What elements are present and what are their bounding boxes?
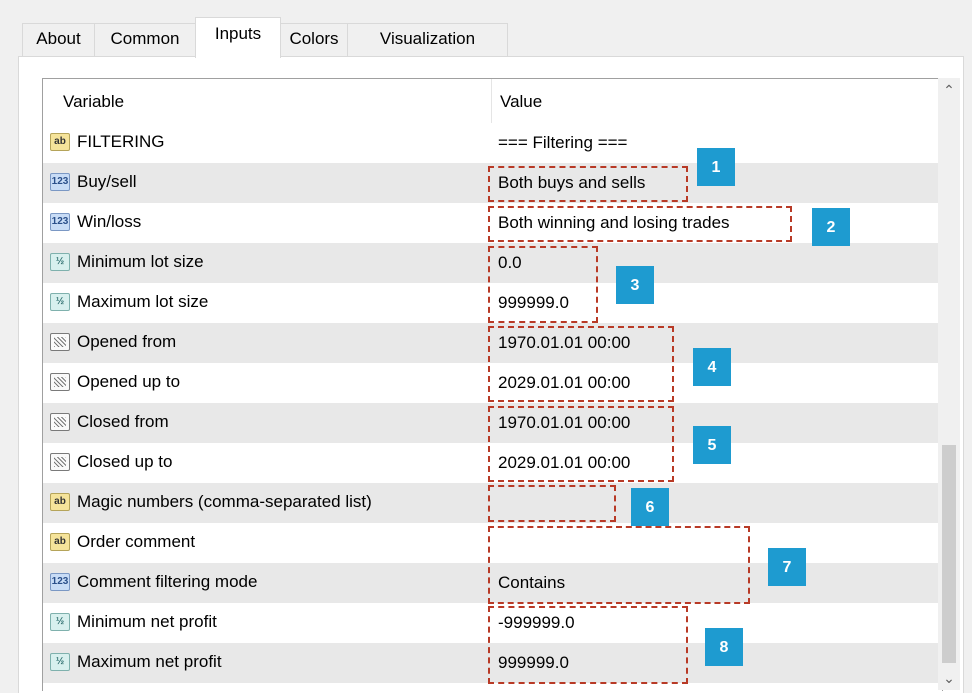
variable-name: Buy/sell bbox=[77, 172, 137, 191]
datetime-type-icon bbox=[50, 413, 70, 431]
double-type-icon: ½ bbox=[50, 293, 70, 311]
datetime-type-icon bbox=[50, 333, 70, 351]
annotation-box-7 bbox=[488, 526, 750, 604]
annotation-badge-3: 3 bbox=[616, 266, 654, 304]
grid-header: Variable Value bbox=[43, 79, 942, 123]
variable-name: Minimum lot size bbox=[77, 252, 204, 271]
string-type-icon: ab bbox=[50, 493, 70, 511]
variable-name: Magic numbers (comma-separated list) bbox=[77, 492, 372, 511]
annotation-box-1 bbox=[488, 166, 688, 202]
variable-name: Maximum lot size bbox=[77, 292, 209, 311]
enum-type-icon: 123 bbox=[50, 573, 70, 591]
variable-name: FILTERING bbox=[77, 132, 165, 151]
double-type-icon: ½ bbox=[50, 653, 70, 671]
scroll-down-arrow-icon[interactable]: ⌄ bbox=[938, 666, 960, 690]
enum-type-icon: 123 bbox=[50, 173, 70, 191]
annotation-box-4 bbox=[488, 326, 674, 402]
annotation-badge-8: 8 bbox=[705, 628, 743, 666]
variable-name: Opened from bbox=[77, 332, 177, 351]
column-header-variable[interactable]: Variable bbox=[63, 92, 124, 112]
variable-name: Maximum net profit bbox=[77, 652, 222, 671]
string-type-icon: ab bbox=[50, 533, 70, 551]
enum-type-icon: 123 bbox=[50, 213, 70, 231]
tab-visualization[interactable]: Visualization bbox=[347, 23, 508, 56]
annotation-box-2 bbox=[488, 206, 792, 242]
tab-about[interactable]: About bbox=[22, 23, 95, 56]
tab-colors[interactable]: Colors bbox=[280, 23, 348, 56]
column-divider[interactable] bbox=[491, 79, 492, 123]
variable-name: Comment filtering mode bbox=[77, 572, 258, 591]
datetime-type-icon bbox=[50, 373, 70, 391]
annotation-box-3 bbox=[488, 246, 598, 323]
vertical-scrollbar[interactable]: ⌃ ⌄ bbox=[938, 78, 960, 690]
datetime-type-icon bbox=[50, 453, 70, 471]
tab-common[interactable]: Common bbox=[94, 23, 196, 56]
double-type-icon: ½ bbox=[50, 613, 70, 631]
string-type-icon: ab bbox=[50, 133, 70, 151]
column-header-value[interactable]: Value bbox=[500, 92, 542, 112]
annotation-badge-5: 5 bbox=[693, 426, 731, 464]
input-row[interactable]: ab FILTERING === Filtering === bbox=[43, 123, 942, 163]
annotation-box-5 bbox=[488, 406, 674, 482]
annotation-badge-7: 7 bbox=[768, 548, 806, 586]
scroll-up-arrow-icon[interactable]: ⌃ bbox=[938, 78, 960, 102]
variable-name: Closed up to bbox=[77, 452, 173, 471]
variable-name: Opened up to bbox=[77, 372, 181, 391]
variable-name: Closed from bbox=[77, 412, 169, 431]
annotation-badge-4: 4 bbox=[693, 348, 731, 386]
variable-name: Order comment bbox=[77, 532, 196, 551]
variable-name: Win/loss bbox=[77, 212, 142, 231]
double-type-icon: ½ bbox=[50, 253, 70, 271]
annotation-badge-1: 1 bbox=[697, 148, 735, 186]
annotation-badge-2: 2 bbox=[812, 208, 850, 246]
annotation-badge-6: 6 bbox=[631, 488, 669, 526]
scroll-thumb[interactable] bbox=[942, 445, 956, 663]
variable-value[interactable]: === Filtering === bbox=[498, 133, 627, 153]
tab-inputs[interactable]: Inputs bbox=[195, 17, 281, 58]
annotation-box-6 bbox=[488, 485, 616, 522]
variable-name: Minimum net profit bbox=[77, 612, 217, 631]
annotation-box-8 bbox=[488, 606, 688, 684]
